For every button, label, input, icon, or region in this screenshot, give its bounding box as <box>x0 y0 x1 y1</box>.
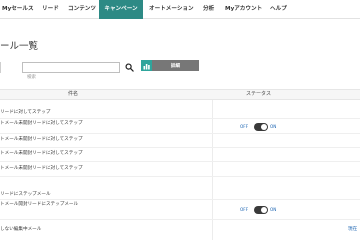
table-row-subject[interactable]: トメール未開封リードに対してステップ <box>0 137 83 143</box>
search-input[interactable] <box>23 73 119 82</box>
nav-item-leads[interactable]: リード <box>42 0 59 19</box>
table-header: 件名 ステータス <box>0 89 360 100</box>
current-link[interactable]: 現在 <box>348 226 357 232</box>
toggle-on-label: ON <box>270 207 277 212</box>
nav-item-myaccount[interactable]: Myアカウント <box>225 0 262 19</box>
column-header-subject[interactable]: 件名 <box>68 90 78 99</box>
table-row-subject[interactable]: リードに対してステップ <box>0 110 50 116</box>
page-title: ール一覧 <box>0 41 39 52</box>
column-header-status[interactable]: ステータス <box>246 90 271 99</box>
nav-item-help[interactable]: ヘルプ <box>270 0 287 19</box>
search-icon[interactable] <box>125 63 134 72</box>
row-divider <box>0 219 360 220</box>
row-divider <box>0 118 360 119</box>
top-navigation-bar: Myセールス リード コンテンツ キャンペーン オートメーション 分析 Myアカ… <box>0 0 360 19</box>
row-divider <box>0 147 360 148</box>
toggle-switch[interactable] <box>254 206 268 214</box>
table-row-subject[interactable]: トメール未開封リードに対してステップ <box>0 121 83 127</box>
toggle-knob <box>261 207 267 213</box>
table-row-subject[interactable]: トメール開封リードにステップメール <box>0 202 78 208</box>
detail-button[interactable]: 詳細 <box>141 60 199 71</box>
nav-item-analytics[interactable]: 分析 <box>203 0 214 19</box>
nav-item-campaign[interactable]: キャンペーン <box>99 0 143 19</box>
table-row-subject[interactable]: トメール未開封リードに対してステップ <box>0 151 83 157</box>
table-row-subject[interactable]: リードにステップメール <box>0 192 51 198</box>
row-divider <box>0 133 360 134</box>
nav-item-automation[interactable]: オートメーション <box>149 0 194 19</box>
row-divider <box>0 161 360 162</box>
chart-icon <box>141 60 152 71</box>
table-row-subject[interactable]: トメール未開封リードに対してステップ <box>0 166 83 172</box>
toggle-knob <box>261 124 267 130</box>
toggle-off-label: OFF <box>240 124 249 129</box>
row-divider <box>0 176 360 177</box>
toggle-on-label: ON <box>270 124 277 129</box>
nav-item-contents[interactable]: コンテンツ <box>68 0 96 19</box>
search-field[interactable] <box>22 62 120 82</box>
left-edge-control <box>0 62 1 73</box>
row-divider <box>0 199 360 200</box>
toggle-off-label: OFF <box>240 207 249 212</box>
detail-button-label: 詳細 <box>170 63 181 68</box>
nav-item-mysales[interactable]: Myセールス <box>2 0 34 19</box>
toggle-switch[interactable] <box>254 123 268 131</box>
table-row-subject[interactable]: しない編集中メール <box>0 227 41 233</box>
